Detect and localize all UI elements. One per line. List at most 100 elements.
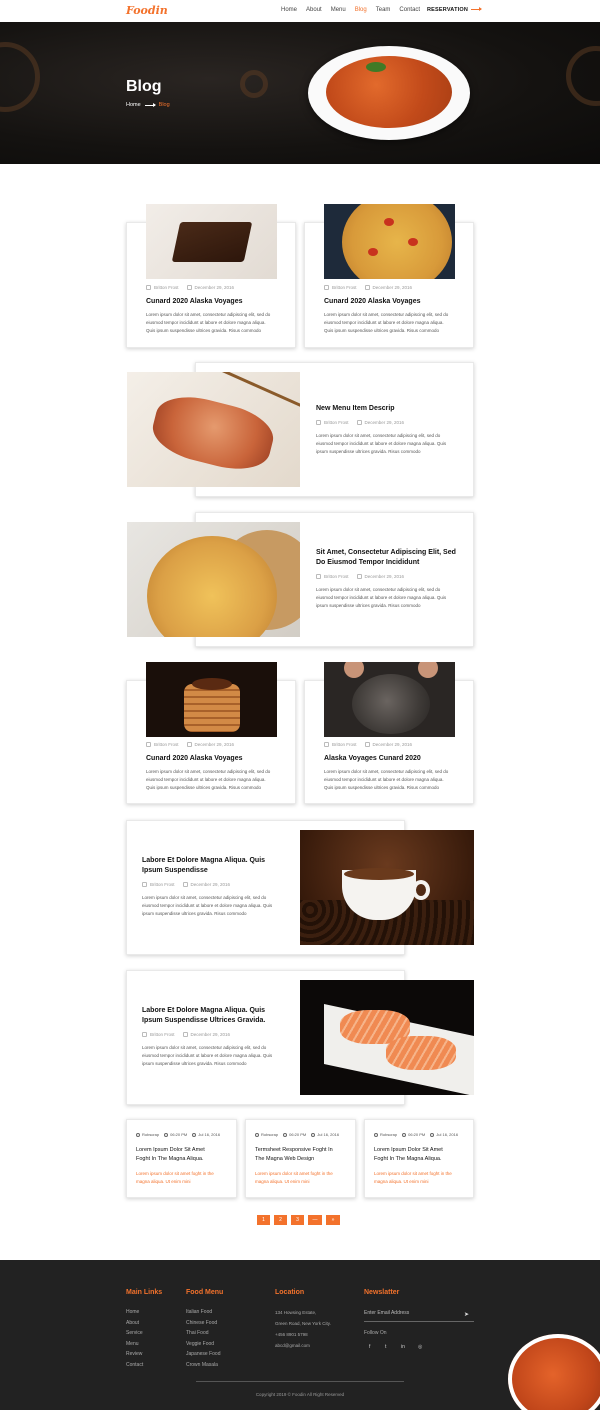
excerpt-line: Lorem ipsum dolor sit amet, consectetur … bbox=[146, 769, 271, 774]
user-icon bbox=[324, 742, 329, 747]
facebook-icon[interactable]: f bbox=[369, 1344, 370, 1350]
post-meta: Robscrap 06:20 PM Jul 16, 2016 bbox=[374, 1132, 458, 1137]
page-ellipsis-button[interactable]: — bbox=[308, 1215, 322, 1225]
bread-shape bbox=[352, 674, 430, 734]
decor-ring bbox=[0, 42, 40, 112]
post-meta: Robscrap 06:20 PM Jul 16, 2016 bbox=[136, 1132, 220, 1137]
post-date: December 29, 2016 bbox=[372, 285, 413, 290]
menu-item-team[interactable]: Team bbox=[376, 7, 391, 13]
excerpt-line: ipsum suspendisse ultrices gravida. Risu… bbox=[316, 449, 421, 454]
pagination: 1 2 3 — » bbox=[257, 1215, 344, 1225]
post-image-salmon-steak[interactable] bbox=[127, 372, 300, 487]
post-image-brownie[interactable] bbox=[146, 204, 277, 279]
user-icon bbox=[136, 1132, 140, 1137]
post-title[interactable]: Sit Amet, Consectetur Adipiscing Elit, S… bbox=[316, 548, 456, 568]
menu-item-contact[interactable]: Contact bbox=[399, 7, 420, 13]
excerpt-line: magna aliqua. Ut enim mini bbox=[136, 1179, 191, 1184]
post-title[interactable]: Lorem Ipsum Dolor Sit Amet Foght In The M… bbox=[374, 1146, 443, 1164]
footer-link[interactable]: Veggie Food bbox=[186, 1339, 220, 1350]
post-title[interactable]: New Menu Item Descrip bbox=[316, 404, 395, 414]
clock-icon bbox=[402, 1132, 407, 1137]
post-image-salmon[interactable] bbox=[300, 980, 474, 1095]
footer-link[interactable]: Service bbox=[126, 1328, 143, 1339]
menu-item-home[interactable]: Home bbox=[281, 7, 297, 13]
post-image-pancakes[interactable] bbox=[146, 662, 277, 737]
post-author: Britton Frost bbox=[324, 420, 349, 425]
pasta-plate-image bbox=[308, 46, 470, 140]
page-3-button[interactable]: 3 bbox=[291, 1215, 304, 1225]
title-line: Do Eiusmod Tempor Incididunt bbox=[316, 559, 420, 566]
post-meta: Britton Frost December 29, 2016 bbox=[324, 285, 412, 290]
post-title[interactable]: Cunard 2020 Alaska Voyages bbox=[146, 297, 243, 307]
calendar-icon bbox=[430, 1132, 435, 1137]
post-title[interactable]: Cunard 2020 Alaska Voyages bbox=[324, 297, 421, 307]
tomato-dot bbox=[368, 248, 378, 256]
excerpt-line: ipsum suspendisse ultrices gravida. Risu… bbox=[142, 1061, 247, 1066]
post-title[interactable]: Cunard 2020 Alaska Voyages bbox=[146, 754, 243, 764]
clock-icon bbox=[283, 1132, 288, 1137]
excerpt-line: Quis ipsum suspendisse ultrices gravida.… bbox=[146, 328, 262, 333]
salmon-piece bbox=[386, 1036, 456, 1070]
post-image-pizza-slice[interactable] bbox=[127, 522, 300, 637]
breadcrumb-home[interactable]: Home bbox=[126, 102, 141, 108]
title-line: Ipsum Suspendisse bbox=[142, 867, 208, 874]
page-1-button[interactable]: 1 bbox=[257, 1215, 270, 1225]
footer-link[interactable]: Menu bbox=[126, 1339, 143, 1350]
newsletter-email-input[interactable]: Enter Email Address bbox=[364, 1310, 474, 1322]
footer-food-menu: Italian Food Chinese Food Thai Food Vegg… bbox=[186, 1307, 220, 1370]
page-2-button[interactable]: 2 bbox=[274, 1215, 287, 1225]
email-address[interactable]: abcd@gmail.com bbox=[275, 1340, 331, 1351]
footer-link[interactable]: Italian Food bbox=[186, 1307, 220, 1318]
footer-link[interactable]: Crown Masala bbox=[186, 1360, 220, 1371]
follow-label: Follow On bbox=[364, 1330, 387, 1336]
menu-item-about[interactable]: About bbox=[306, 7, 322, 13]
post-excerpt: Lorem ipsum dolor sit amet foght in the m… bbox=[374, 1170, 452, 1186]
excerpt-line: eiusmod tempor incididunt ut labore et d… bbox=[316, 595, 447, 600]
excerpt-line: ipsum suspendisse ultrices gravida. Risu… bbox=[142, 911, 247, 916]
menu-item-menu[interactable]: Menu bbox=[331, 7, 346, 13]
calendar-icon bbox=[364, 742, 370, 747]
post-meta: Britton Frost December 29, 2016 bbox=[324, 742, 412, 747]
footer-link[interactable]: Japanese Food bbox=[186, 1349, 220, 1360]
instagram-icon[interactable]: ◎ bbox=[418, 1344, 422, 1350]
post-meta: Britton Frost December 29, 2016 bbox=[142, 882, 230, 887]
post-date: December 29, 2016 bbox=[364, 420, 405, 425]
post-time: 06:20 PM bbox=[289, 1132, 307, 1137]
decor-ring bbox=[566, 46, 600, 106]
page-hero: Blog Home Blog bbox=[0, 22, 600, 164]
post-title[interactable]: Alaska Voyages Cunard 2020 bbox=[324, 754, 421, 764]
post-title[interactable]: Labore Et Dolore Magna Aliqua. Quis Ipsum… bbox=[142, 1006, 265, 1026]
title-line: The Magna Web Design bbox=[255, 1156, 315, 1162]
logo[interactable]: Foodin bbox=[126, 4, 168, 17]
calendar-icon bbox=[356, 420, 362, 425]
calendar-icon bbox=[182, 882, 188, 887]
post-title[interactable]: Labore Et Dolore Magna Aliqua. Quis Ipsum… bbox=[142, 856, 265, 876]
post-image-bread[interactable] bbox=[324, 662, 455, 737]
user-icon bbox=[146, 285, 151, 290]
post-author: Britton Frost bbox=[332, 285, 357, 290]
footer-link[interactable]: Home bbox=[126, 1307, 143, 1318]
post-image-pizza[interactable] bbox=[324, 204, 455, 279]
excerpt-line: eiusmod tempor incididunt ut labore et d… bbox=[142, 1053, 273, 1058]
footer-link[interactable]: Thai Food bbox=[186, 1328, 220, 1339]
user-icon bbox=[324, 285, 329, 290]
reservation-button[interactable]: RESERVATION bbox=[427, 7, 483, 13]
footer-link[interactable]: About bbox=[126, 1318, 143, 1329]
post-image-coffee[interactable] bbox=[300, 830, 474, 945]
footer-link[interactable]: Contact bbox=[126, 1360, 143, 1371]
post-title[interactable]: Termsheet Responsive Foght In The Magna W… bbox=[255, 1146, 333, 1164]
excerpt-line: Quis ipsum suspendisse ultrices gravida.… bbox=[146, 785, 262, 790]
next-page-button[interactable]: » bbox=[326, 1215, 340, 1225]
footer-link[interactable]: Chinese Food bbox=[186, 1318, 220, 1329]
footer-main-links: Home About Service Menu Review Contact bbox=[126, 1307, 143, 1370]
menu-item-blog[interactable]: Blog bbox=[355, 7, 367, 13]
linkedin-icon[interactable]: in bbox=[401, 1344, 405, 1350]
twitter-icon[interactable]: t bbox=[385, 1344, 386, 1350]
calendar-icon bbox=[192, 1132, 197, 1137]
footer-link[interactable]: Review bbox=[126, 1349, 143, 1360]
arrow-right-icon bbox=[144, 102, 156, 107]
excerpt-line: eiusmod tempor incididunt ut labore et d… bbox=[324, 777, 444, 782]
user-icon bbox=[316, 574, 321, 579]
send-icon[interactable]: ➤ bbox=[464, 1311, 472, 1318]
post-title[interactable]: Lorem Ipsum Dolor Sit Amet Foght In The M… bbox=[136, 1146, 205, 1164]
